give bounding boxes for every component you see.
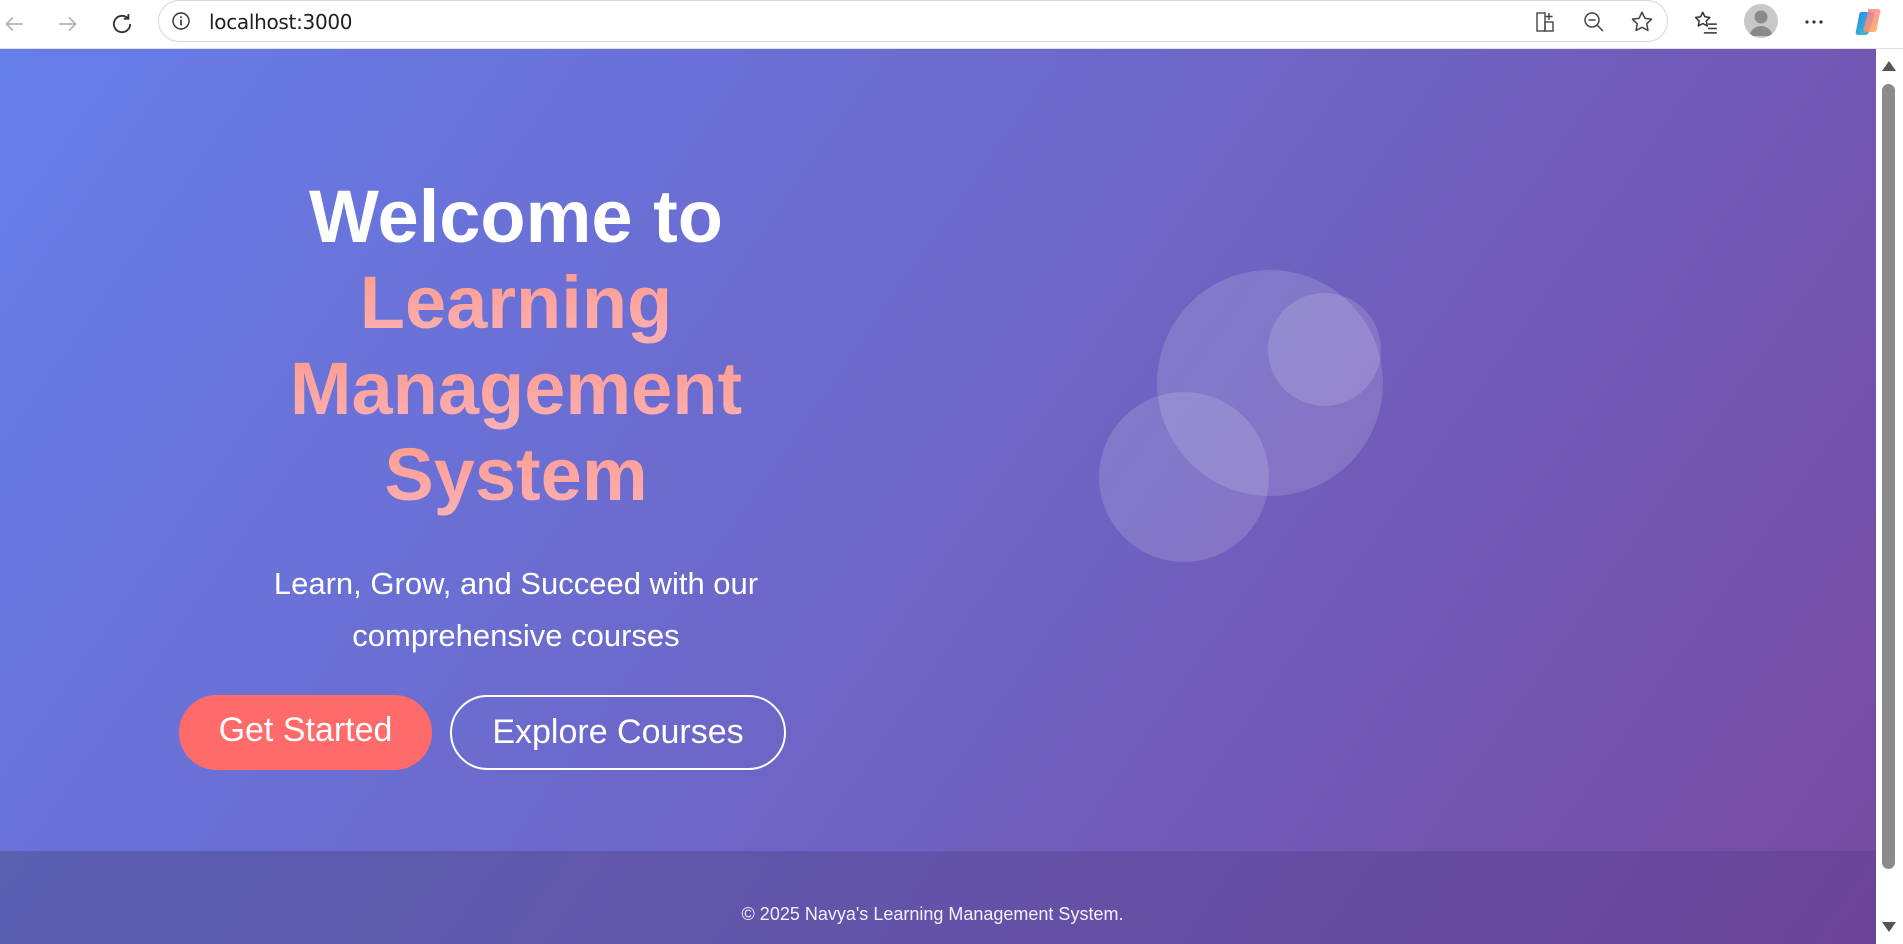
favorites-list-icon[interactable] — [1688, 4, 1724, 40]
get-started-button[interactable]: Get Started — [179, 695, 432, 770]
hero-title: Welcome to Learning Management System — [178, 174, 854, 518]
hero-section: Welcome to Learning Management System Le… — [0, 49, 1876, 851]
browser-toolbar: localhost:3000 — [0, 0, 1903, 49]
scroll-down-arrow-icon[interactable] — [1882, 922, 1896, 932]
explore-courses-button[interactable]: Explore Courses — [450, 695, 786, 770]
info-icon[interactable] — [171, 11, 191, 31]
favorite-star-icon[interactable] — [1627, 7, 1657, 37]
url-text: localhost:3000 — [209, 10, 353, 34]
decorative-circle-small — [1268, 293, 1381, 406]
hero-subtitle: Learn, Grow, and Succeed with our compre… — [273, 566, 759, 653]
hero-title-welcome: Welcome to — [309, 175, 723, 258]
hero-title-learning: Learning — [359, 261, 673, 344]
back-icon[interactable] — [0, 6, 32, 42]
footer-copyright: © 2025 Navya's Learning Management Syste… — [741, 904, 1124, 924]
vertical-scrollbar[interactable] — [1876, 49, 1903, 944]
refresh-icon[interactable] — [104, 6, 140, 42]
hero-title-management: Management — [289, 347, 743, 430]
address-bar[interactable]: localhost:3000 — [158, 0, 1668, 42]
zoom-out-icon[interactable] — [1579, 7, 1609, 37]
forward-icon[interactable] — [50, 6, 86, 42]
more-menu-icon[interactable] — [1796, 4, 1832, 40]
page-footer: © 2025 Navya's Learning Management Syste… — [0, 851, 1876, 944]
hero-text-block: Welcome to Learning Management System Le… — [178, 174, 854, 662]
scroll-thumb[interactable] — [1882, 84, 1895, 869]
app-available-icon[interactable] — [1531, 7, 1561, 37]
scroll-up-arrow-icon[interactable] — [1882, 61, 1896, 71]
profile-avatar-icon[interactable] — [1744, 4, 1778, 38]
copilot-icon[interactable] — [1851, 4, 1887, 40]
decorative-circle-medium — [1099, 392, 1269, 562]
hero-title-system: System — [384, 433, 648, 516]
page-viewport: Welcome to Learning Management System Le… — [0, 49, 1876, 944]
